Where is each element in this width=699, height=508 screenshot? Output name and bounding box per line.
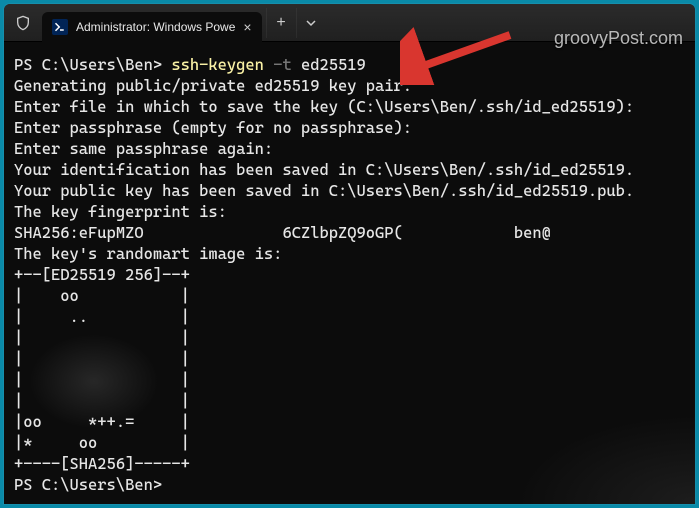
out-line: Enter same passphrase again:: [14, 139, 273, 158]
randomart-line: | .. |: [14, 307, 190, 326]
new-tab-button[interactable]: +: [266, 8, 296, 38]
tab-dropdown-button[interactable]: [296, 8, 326, 38]
admin-shield-icon: [4, 15, 42, 31]
randomart-line: +----[SHA256]-----+: [14, 454, 190, 473]
fingerprint-part: SHA256:eFupMZO: [14, 223, 144, 242]
tab-actions: +: [266, 8, 326, 38]
command-flag: -t: [273, 55, 292, 74]
randomart-line: | |: [14, 349, 190, 368]
randomart-line: | |: [14, 328, 190, 347]
randomart-line: | oo |: [14, 286, 190, 305]
randomart-line: +--[ED25519 256]--+: [14, 265, 190, 284]
out-line: Enter file in which to save the key (C:\…: [14, 97, 634, 116]
tab-title: Administrator: Windows Powe: [76, 20, 235, 34]
command-exe: ssh-keygen: [171, 55, 264, 74]
out-line: The key's randomart image is:: [14, 244, 282, 263]
tab[interactable]: Administrator: Windows Powe ×: [42, 12, 262, 42]
randomart-line: | |: [14, 370, 190, 389]
titlebar: Administrator: Windows Powe × +: [4, 4, 695, 42]
fingerprint-user: ben@: [514, 223, 551, 242]
randomart-line: |oo *++.= |: [14, 412, 190, 431]
terminal-output[interactable]: PS C:\Users\Ben> ssh-keygen -t ed25519 G…: [4, 42, 695, 504]
fingerprint-part: 6CZlbpZQ9oGP(: [282, 223, 402, 242]
out-line: Generating public/private ed25519 key pa…: [14, 76, 412, 95]
prompt: PS C:\Users\Ben>: [14, 475, 162, 494]
out-line: Your identification has been saved in C:…: [14, 160, 634, 179]
out-line: Your public key has been saved in C:\Use…: [14, 181, 634, 200]
tab-close-button[interactable]: ×: [243, 19, 251, 35]
out-line: The key fingerprint is:: [14, 202, 227, 221]
command-arg: ed25519: [301, 55, 366, 74]
prompt: PS C:\Users\Ben>: [14, 55, 162, 74]
randomart-line: |* oo |: [14, 433, 190, 452]
out-line: Enter passphrase (empty for no passphras…: [14, 118, 412, 137]
window: Administrator: Windows Powe × + PS C:\Us…: [4, 4, 695, 504]
powershell-icon: [52, 19, 68, 35]
randomart-line: | |: [14, 391, 190, 410]
